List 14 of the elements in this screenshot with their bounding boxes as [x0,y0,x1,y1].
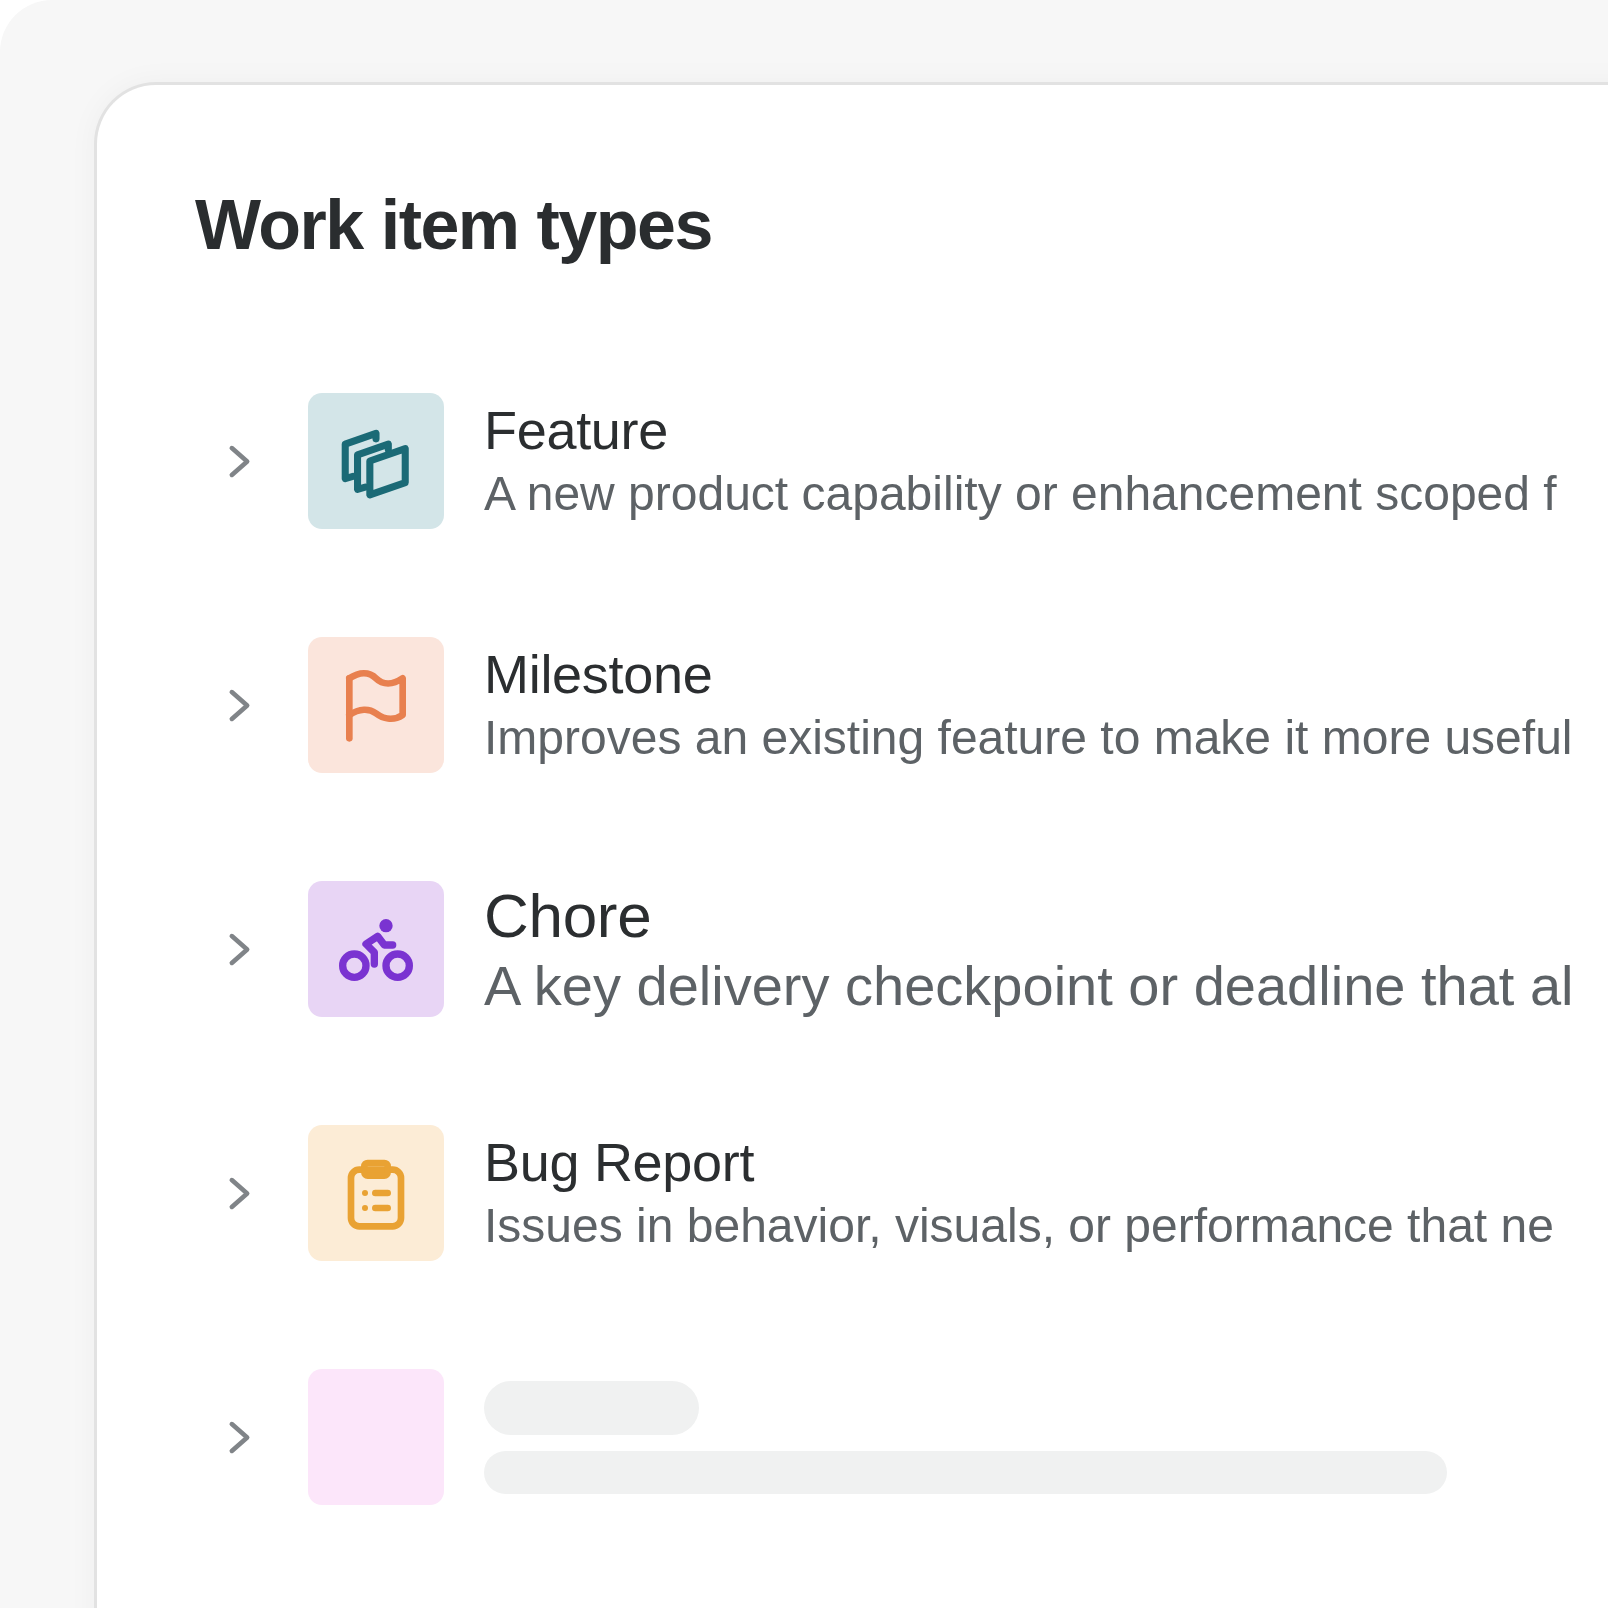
item-title: Bug Report [484,1131,755,1193]
chevron-icon[interactable] [228,1175,251,1211]
item-description: A new product capability or enhancement scoped f [484,466,1557,522]
chevron-icon[interactable] [228,1419,251,1455]
chevron-icon[interactable] [228,931,251,967]
item-title: Milestone [484,643,713,705]
chevron-icon[interactable] [228,443,251,479]
item-title: Feature [484,399,668,461]
item-description: Improves an existing feature to make it more useful [484,710,1573,766]
item-description: Issues in behavior, visuals, or performance that ne [484,1198,1554,1254]
panel-title: Work item types [195,185,712,266]
item-description: A key delivery checkpoint or deadline that al [484,953,1574,1017]
item-title: Chore [484,881,652,950]
chevron-icon[interactable] [228,687,251,723]
